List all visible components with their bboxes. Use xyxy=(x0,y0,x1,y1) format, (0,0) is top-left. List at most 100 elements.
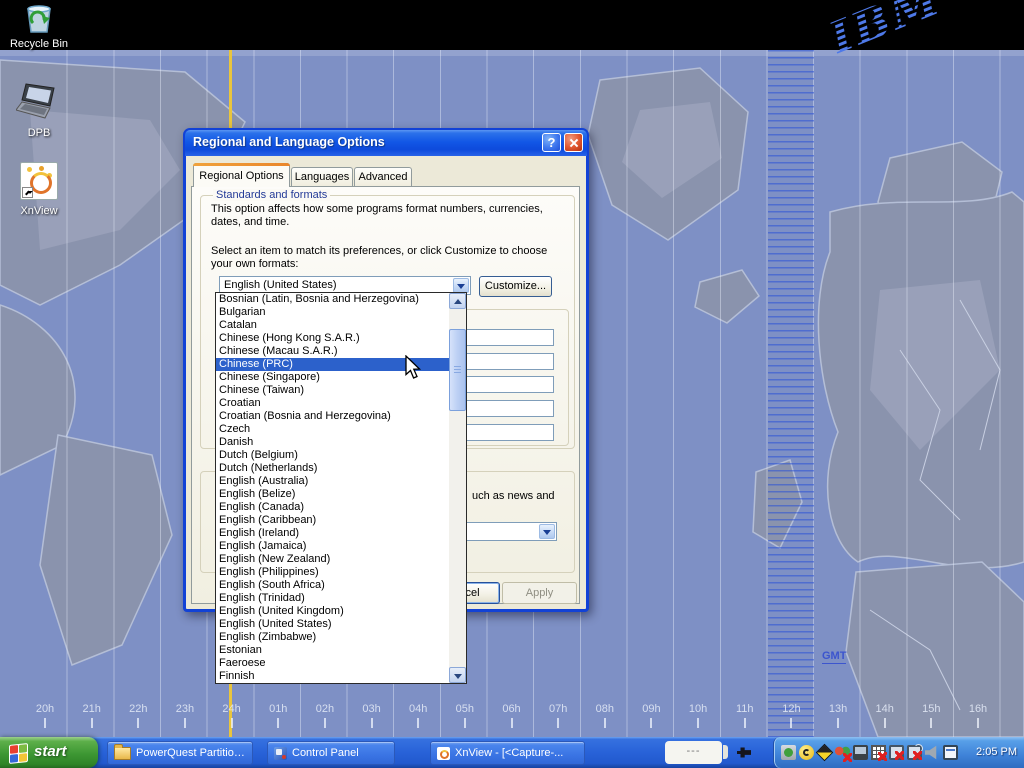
hour-label: 22h xyxy=(129,703,147,715)
language-list-item[interactable]: Finnish xyxy=(216,670,449,683)
wireless-error-icon[interactable] xyxy=(907,745,922,760)
system-tray: 2:05 PM xyxy=(773,737,1024,768)
language-list-item[interactable]: Croatian (Bosnia and Herzegovina) xyxy=(216,410,449,423)
hour-tick xyxy=(371,718,373,728)
language-list-item[interactable]: Czech xyxy=(216,423,449,436)
hour-label: 07h xyxy=(549,703,567,715)
volume-icon[interactable] xyxy=(925,745,940,760)
hour-label: 16h xyxy=(969,703,987,715)
help-button[interactable]: ? xyxy=(542,133,561,152)
hour-label: 13h xyxy=(829,703,847,715)
chevron-down-icon[interactable] xyxy=(539,524,555,539)
tab-languages[interactable]: Languages xyxy=(291,167,353,187)
hour-tick xyxy=(464,718,466,728)
top-band: Recycle Bin IBM xyxy=(0,0,1024,50)
taskbar-task-powerquest[interactable]: PowerQuest Partition... xyxy=(107,741,253,765)
language-list-item[interactable]: Chinese (Taiwan) xyxy=(216,384,449,397)
task-label: Control Panel xyxy=(292,747,359,759)
taskbar-clock[interactable]: 2:05 PM xyxy=(976,746,1017,758)
scrollbar[interactable] xyxy=(449,293,466,683)
language-list-item[interactable]: Estonian xyxy=(216,644,449,657)
hour-label: 24h xyxy=(222,703,240,715)
language-list-item[interactable]: English (Trinidad) xyxy=(216,592,449,605)
language-list-item[interactable]: Danish xyxy=(216,436,449,449)
language-list-item[interactable]: Bosnian (Latin, Bosnia and Herzegovina) xyxy=(216,293,449,306)
language-list-item[interactable]: English (South Africa) xyxy=(216,579,449,592)
hour-tick xyxy=(790,718,792,728)
language-list-item[interactable]: Dutch (Netherlands) xyxy=(216,462,449,475)
language-list-item[interactable]: Dutch (Belgium) xyxy=(216,449,449,462)
customize-button[interactable]: Customize... xyxy=(479,276,552,297)
language-list-item[interactable]: English (Caribbean) xyxy=(216,514,449,527)
taskbar-task-xnview[interactable]: XnView - [<Capture-... xyxy=(430,741,585,765)
desktop-icon-dpb[interactable]: DPB xyxy=(0,82,78,139)
language-list-item[interactable]: English (Belize) xyxy=(216,488,449,501)
format-combobox-value: English (United States) xyxy=(224,279,337,291)
hour-label: 21h xyxy=(82,703,100,715)
hour-tick xyxy=(511,718,513,728)
standards-instruction: Select an item to match its preferences,… xyxy=(211,245,563,271)
hour-tick xyxy=(277,718,279,728)
hour-tick xyxy=(91,718,93,728)
desktop-icon-recycle-bin[interactable]: Recycle Bin xyxy=(0,3,78,50)
hour-tick xyxy=(930,718,932,728)
dialog-titlebar[interactable]: Regional and Language Options ? xyxy=(185,130,587,156)
battery-deskband[interactable]: --- xyxy=(665,741,722,764)
hour-tick xyxy=(231,718,233,728)
hour-label: 01h xyxy=(269,703,287,715)
windows-flag-icon xyxy=(9,743,28,764)
apply-button: Apply xyxy=(502,582,577,604)
hour-label: 08h xyxy=(596,703,614,715)
hour-label: 12h xyxy=(782,703,800,715)
desktop-icon-xnview[interactable]: XnView xyxy=(0,162,78,217)
taskbar-task-control-panel[interactable]: Control Panel xyxy=(267,741,395,765)
recycle-bin-icon xyxy=(22,3,56,33)
close-button[interactable] xyxy=(564,133,583,152)
scroll-down-icon[interactable] xyxy=(449,667,466,683)
tab-advanced[interactable]: Advanced xyxy=(354,167,412,187)
hour-label: 10h xyxy=(689,703,707,715)
language-list-item[interactable]: English (Ireland) xyxy=(216,527,449,540)
chevron-down-icon[interactable] xyxy=(453,278,469,293)
voice-icon[interactable] xyxy=(799,745,814,760)
desktop-icon-label: DPB xyxy=(0,127,78,139)
language-list-item[interactable]: Faeroese xyxy=(216,657,449,670)
gmt-meridian-band xyxy=(768,50,814,737)
start-button[interactable]: start xyxy=(0,737,98,768)
contacts-offline-icon[interactable] xyxy=(835,745,850,760)
network-icon[interactable] xyxy=(853,745,868,760)
xnview-icon xyxy=(437,747,450,760)
language-list-item[interactable]: English (Australia) xyxy=(216,475,449,488)
scroll-up-icon[interactable] xyxy=(449,293,466,309)
language-list: Bosnian (Latin, Bosnia and Herzegovina)B… xyxy=(216,293,449,683)
hour-label: 23h xyxy=(176,703,194,715)
language-list-item[interactable]: English (New Zealand) xyxy=(216,553,449,566)
tab-regional-options[interactable]: Regional Options xyxy=(193,163,290,187)
scrollbar-thumb[interactable] xyxy=(449,329,466,411)
hour-label: 02h xyxy=(316,703,334,715)
desktop-layout-icon[interactable] xyxy=(816,744,833,761)
language-list-item[interactable]: Bulgarian xyxy=(216,306,449,319)
language-list-item[interactable]: English (United States) xyxy=(216,618,449,631)
hour-tick xyxy=(184,718,186,728)
language-list-item[interactable]: English (Philippines) xyxy=(216,566,449,579)
gmt-label: GMT xyxy=(822,650,846,664)
start-label: start xyxy=(34,743,67,760)
taskbar: start PowerQuest Partition... Control Pa… xyxy=(0,737,1024,768)
display-error-icon[interactable] xyxy=(889,745,904,760)
screen: GMT 20h21h22h23h24h01h02h03h04h05h06h07h… xyxy=(0,0,1024,768)
folder-icon xyxy=(114,747,131,760)
hour-label: 09h xyxy=(642,703,660,715)
language-list-item[interactable]: English (Canada) xyxy=(216,501,449,514)
desktop-icon-label: Recycle Bin xyxy=(0,38,78,50)
language-list-item[interactable]: Croatian xyxy=(216,397,449,410)
control-panel-icon xyxy=(274,747,287,760)
language-list-item[interactable]: Catalan xyxy=(216,319,449,332)
sync-error-icon[interactable] xyxy=(871,745,886,760)
language-list-item[interactable]: Chinese (Hong Kong S.A.R.) xyxy=(216,332,449,345)
language-list-item[interactable]: English (Zimbabwe) xyxy=(216,631,449,644)
display-settings-icon[interactable] xyxy=(943,745,958,760)
removable-hardware-icon[interactable] xyxy=(781,745,796,760)
language-list-item[interactable]: English (Jamaica) xyxy=(216,540,449,553)
language-list-item[interactable]: English (United Kingdom) xyxy=(216,605,449,618)
